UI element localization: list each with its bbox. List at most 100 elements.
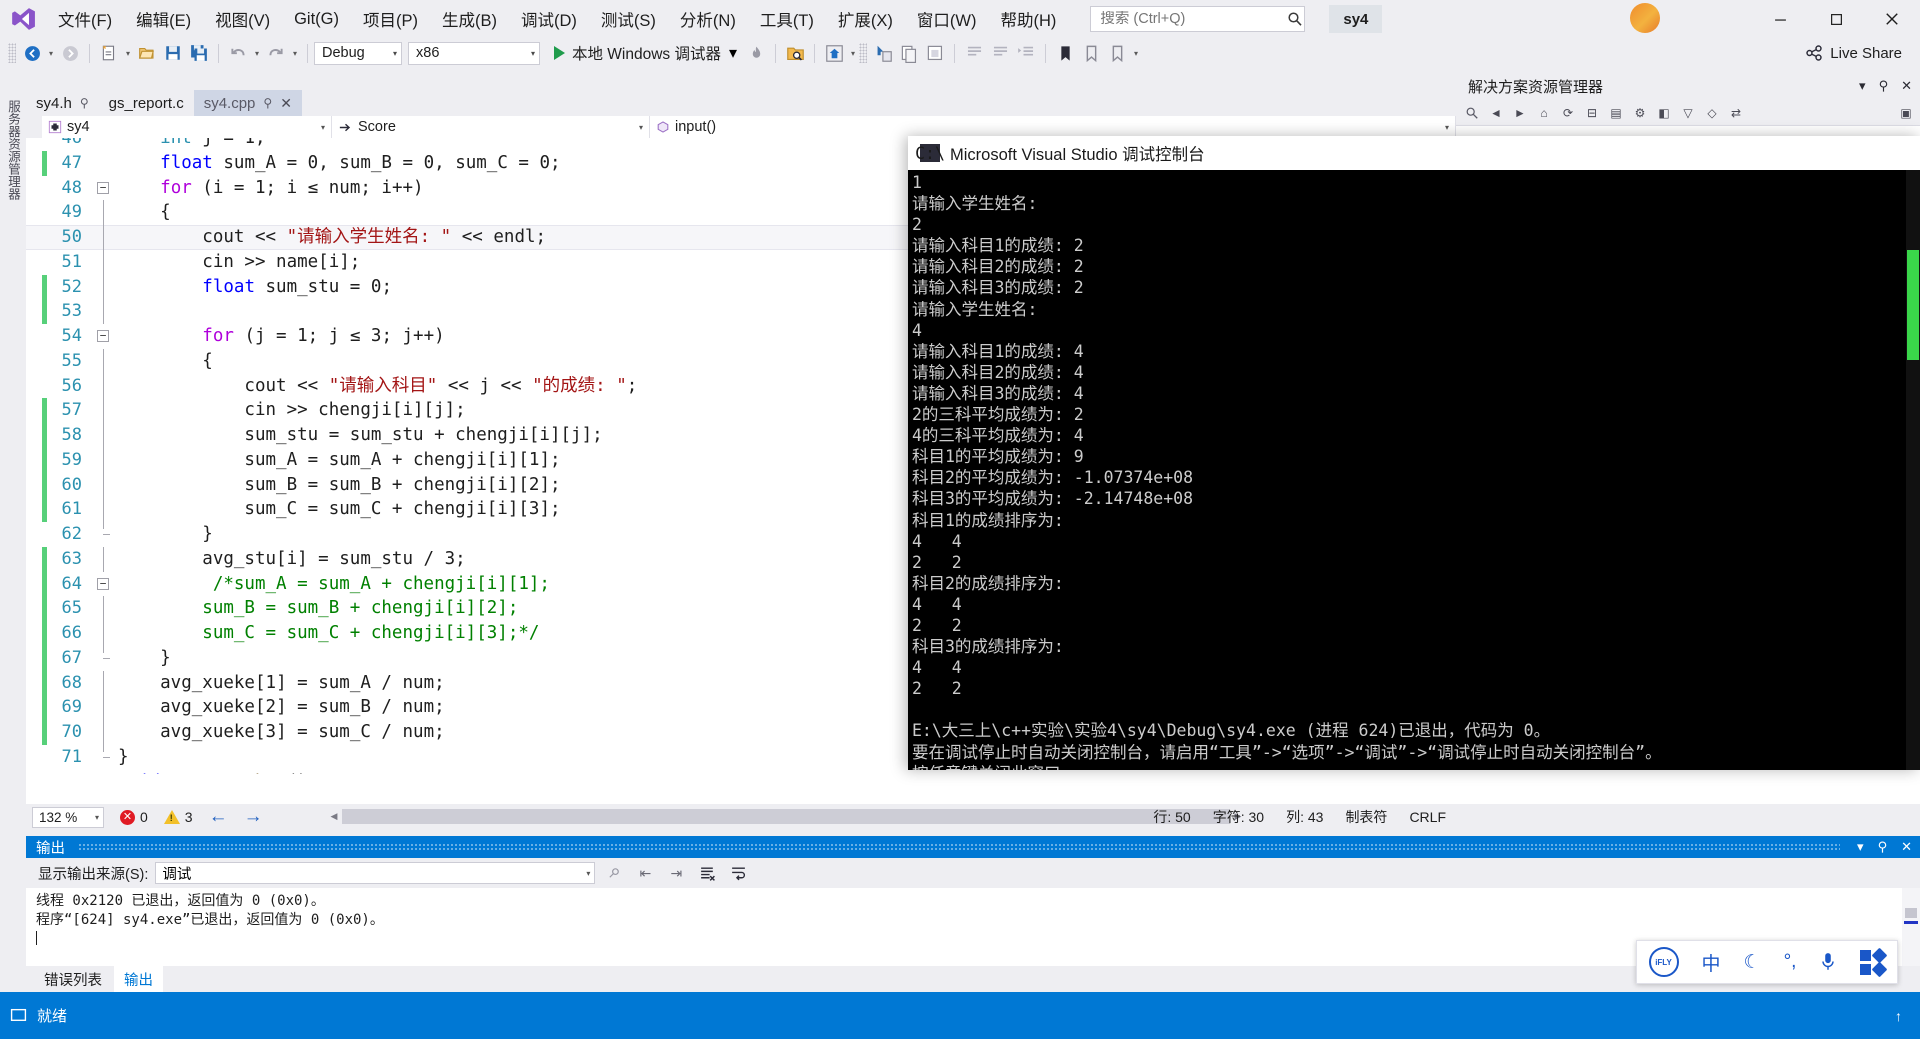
back-icon[interactable]: ◄	[1486, 103, 1506, 123]
fold-gutter[interactable]	[92, 596, 118, 621]
ime-toolbar[interactable]: iFLY 中 ☾ °,	[1636, 940, 1898, 984]
previous-error-icon[interactable]: ←	[209, 806, 228, 828]
collapse-all-icon[interactable]: ⊟	[1582, 103, 1602, 123]
tray-expand-icon[interactable]: ↑	[1895, 1008, 1902, 1024]
microphone-icon[interactable]	[1819, 952, 1837, 972]
fold-gutter[interactable]	[92, 138, 118, 151]
menu-help[interactable]: 帮助(H)	[988, 0, 1068, 38]
fold-gutter[interactable]	[92, 225, 118, 250]
close-button[interactable]	[1864, 0, 1920, 38]
uncomment-lines-icon[interactable]	[987, 41, 1013, 65]
chevron-down-icon[interactable]: ▾	[1857, 839, 1864, 855]
properties-icon[interactable]: ⚙	[1630, 103, 1650, 123]
moon-icon[interactable]: ☾	[1744, 951, 1761, 974]
menu-test[interactable]: 测试(S)	[589, 0, 668, 38]
next-error-icon[interactable]: →	[244, 806, 263, 828]
menu-tools[interactable]: 工具(T)	[748, 0, 826, 38]
fold-gutter[interactable]	[92, 472, 118, 498]
pointer-window-icon[interactable]	[870, 41, 896, 65]
navbar-member-combo[interactable]: input() ▾	[650, 116, 1456, 138]
fold-gutter[interactable]	[92, 274, 118, 300]
search-in-files-icon[interactable]	[782, 41, 808, 65]
pin-icon[interactable]: ⚲	[1879, 78, 1889, 94]
iflytek-logo-icon[interactable]: iFLY	[1648, 947, 1679, 977]
code-line[interactable]: 72−void Score::show()	[26, 770, 1456, 775]
menu-debug[interactable]: 调试(D)	[509, 0, 589, 38]
fold-gutter[interactable]	[92, 151, 118, 176]
redo-dropdown-icon[interactable]: ▾	[289, 41, 301, 65]
console-scroll-thumb[interactable]	[1907, 250, 1919, 360]
toolbar-grip[interactable]	[859, 43, 868, 63]
toolbar-overflow-icon[interactable]: ▾	[1130, 41, 1142, 65]
console-output[interactable]: 1 请输入学生姓名: 2 请输入科目1的成绩: 2 请输入科目2的成绩: 2 请输入科目3…	[908, 170, 1920, 770]
fold-gutter[interactable]: −	[92, 572, 118, 597]
find-message-icon[interactable]	[602, 861, 626, 885]
menu-git[interactable]: Git(G)	[282, 0, 351, 38]
fold-gutter[interactable]	[92, 522, 118, 547]
chinese-mode-icon[interactable]: 中	[1702, 949, 1721, 976]
horizontal-scrollbar[interactable]: ◀ ▶	[326, 809, 1246, 824]
collapse-icon[interactable]: −	[97, 577, 109, 590]
ime-menu-icon[interactable]	[1860, 947, 1888, 977]
fold-gutter[interactable]	[92, 423, 118, 448]
new-project-dropdown-icon[interactable]: ▾	[122, 41, 134, 65]
fold-gutter[interactable]	[92, 348, 118, 374]
search-icon[interactable]	[1462, 103, 1482, 123]
fold-gutter[interactable]	[92, 645, 118, 671]
console-scrollbar[interactable]	[1906, 170, 1920, 770]
toggle-word-wrap-icon[interactable]	[726, 861, 750, 885]
undo-dropdown-icon[interactable]: ▾	[251, 41, 263, 65]
forward-icon[interactable]: ►	[1510, 103, 1530, 123]
fold-gutter[interactable]	[92, 670, 118, 696]
collapse-icon[interactable]: −	[97, 330, 109, 342]
minimize-button[interactable]	[1752, 0, 1808, 38]
output-source-combo[interactable]: 调试 ▾	[155, 862, 596, 884]
tab-sy4-h[interactable]: sy4.h ⚲	[26, 90, 99, 116]
tab-sy4-cpp[interactable]: sy4.cpp ⚲ ✕	[193, 90, 302, 116]
fold-gutter[interactable]: −	[92, 770, 118, 775]
menu-file[interactable]: 文件(F)	[46, 0, 124, 38]
home-icon[interactable]	[821, 41, 847, 65]
close-icon[interactable]: ✕	[1901, 839, 1912, 855]
copy-window-icon[interactable]	[896, 41, 922, 65]
filter-icon[interactable]: ▽	[1678, 103, 1698, 123]
clear-all-icon[interactable]	[695, 861, 719, 885]
solution-configuration-combo[interactable]: Debug ▾	[314, 41, 402, 65]
zoom-level-combo[interactable]: 132 % ▾	[32, 806, 104, 828]
debug-console-window[interactable]: C:\ Microsoft Visual Studio 调试控制台 1 请输入学生…	[908, 136, 1920, 770]
horizontal-scroll-thumb[interactable]	[342, 809, 1230, 824]
fold-gutter[interactable]	[92, 621, 118, 646]
navigate-forward-button[interactable]	[57, 41, 83, 65]
fold-gutter[interactable]	[92, 497, 118, 522]
avatar[interactable]	[1630, 3, 1660, 33]
punctuation-icon[interactable]: °,	[1784, 951, 1797, 973]
previous-bookmark-icon[interactable]	[1078, 41, 1104, 65]
fold-gutter[interactable]: −	[92, 324, 118, 349]
home-icon[interactable]: ⌂	[1534, 103, 1554, 123]
fold-gutter[interactable]	[92, 695, 118, 720]
solution-explorer-options-icon[interactable]: ▣	[1896, 103, 1916, 123]
redo-icon[interactable]	[263, 41, 289, 65]
indent-icon[interactable]	[1013, 41, 1039, 65]
server-explorer-tab[interactable]: 服务器资源管理器	[2, 100, 24, 200]
pin-icon[interactable]: ⚲	[1878, 839, 1888, 855]
home-dropdown-icon[interactable]: ▾	[847, 41, 859, 65]
output-scroll-up-icon[interactable]	[1905, 908, 1917, 918]
fold-gutter[interactable]: −	[92, 176, 118, 201]
undo-icon[interactable]	[225, 41, 251, 65]
warning-count-chip[interactable]: 3	[163, 809, 193, 825]
tab-error-list[interactable]: 错误列表	[34, 966, 112, 993]
close-icon[interactable]: ✕	[1901, 78, 1912, 94]
menu-build[interactable]: 生成(B)	[430, 0, 509, 38]
next-bookmark-icon[interactable]	[1104, 41, 1130, 65]
navigate-backward-button[interactable]	[19, 41, 45, 65]
tab-output[interactable]: 输出	[114, 965, 163, 993]
search-box[interactable]	[1090, 6, 1306, 32]
scroll-left-icon[interactable]: ◀	[326, 811, 342, 822]
close-icon[interactable]: ✕	[280, 95, 292, 112]
tab-gs-report-c[interactable]: gs_report.c	[99, 90, 194, 116]
output-scroll-thumb[interactable]	[1904, 921, 1918, 924]
pin-icon[interactable]: ⚲	[263, 96, 272, 110]
menu-window[interactable]: 窗口(W)	[905, 0, 989, 38]
pending-changes-icon[interactable]: ◇	[1702, 103, 1722, 123]
